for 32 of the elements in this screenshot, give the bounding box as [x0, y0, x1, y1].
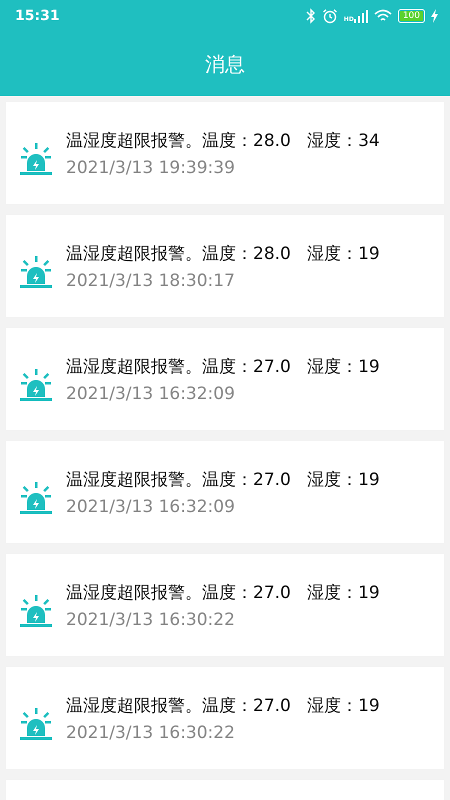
wifi-icon — [374, 9, 392, 23]
alarm-light-icon — [18, 256, 54, 290]
message-card[interactable]: 温湿度超限报警。温度：27.0 湿度：19 2021/3/13 16:30:22 — [6, 554, 444, 656]
bluetooth-icon — [306, 8, 316, 24]
message-card[interactable]: 温湿度超限报警。温度：27.0 湿度：19 2021/3/13 16:30:22 — [6, 667, 444, 769]
alert-message: 温湿度超限报警。温度：28.0 湿度：34 — [66, 130, 380, 152]
alert-time: 2021/3/13 16:32:09 — [66, 384, 236, 404]
alert-time: 2021/3/13 18:30:17 — [66, 270, 236, 290]
message-card[interactable]: 温湿度超限报警。温度：28.0 湿度：19 2021/3/13 18:30:17 — [6, 215, 444, 317]
alert-time: 2021/3/13 16:32:09 — [66, 496, 236, 516]
alert-message: 温湿度超限报警。温度：27.0 湿度：19 — [66, 468, 380, 490]
alert-time: 2021/3/13 19:39:39 — [66, 158, 236, 178]
alert-time: 2021/3/13 16:30:22 — [66, 610, 236, 630]
alarm-light-icon — [18, 595, 54, 629]
message-card[interactable]: 温湿度超限报警。温度：27.0 湿度：19 2021/3/13 16:32:09 — [6, 328, 444, 430]
alarm-light-icon — [18, 369, 54, 403]
page-title: 消息 — [204, 51, 246, 78]
alert-message: 温湿度超限报警。温度：28.0 湿度：19 — [66, 242, 380, 264]
signal-icon — [354, 9, 368, 23]
status-time: 15:31 — [15, 8, 60, 24]
alert-message: 温湿度超限报警。温度：27.0 湿度：19 — [66, 694, 380, 716]
alarm-light-icon — [18, 482, 54, 516]
charging-icon — [431, 9, 438, 23]
alert-message: 温湿度超限报警。温度：27.0 湿度：19 — [66, 356, 380, 378]
alarm-light-icon — [18, 143, 54, 177]
battery-indicator: 100 — [398, 9, 425, 23]
alarm-light-icon — [18, 708, 54, 742]
alert-message: 温湿度超限报警。温度：27.0 湿度：19 — [66, 582, 380, 604]
message-card[interactable]: 温湿度超限报警。温度：28.0 湿度：34 2021/3/13 19:39:39 — [6, 102, 444, 204]
message-card[interactable]: 温湿度超限报警。温度：27.0 湿度：19 2021/3/13 16:32:09 — [6, 441, 444, 543]
alarm-clock-icon — [322, 8, 338, 24]
alert-time: 2021/3/13 16:30:22 — [66, 722, 236, 742]
